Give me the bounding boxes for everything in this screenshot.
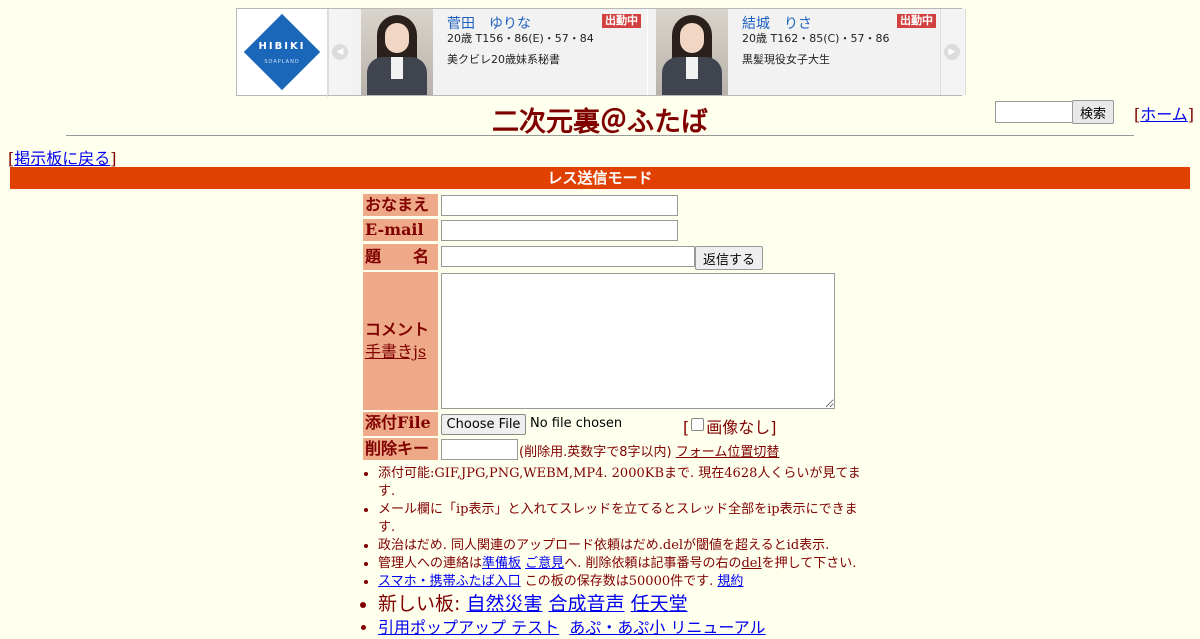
up-renewal-link[interactable]: あぷ・あぷ小 リニューアル [569, 618, 765, 637]
list-item: 添付可能:GIF,JPG,PNG,WEBM,MP4. 2000KBまで. 現在4… [378, 465, 862, 501]
card-description: 美クビレ20歳妹系秘書 [447, 53, 560, 66]
chevron-right-icon: ▶ [944, 44, 960, 60]
upload-info: 添付可能:GIF,JPG,PNG,WEBM,MP4. 2000KBまで. 現在4… [378, 466, 861, 499]
rules-info: 政治はだめ. 同人関連のアップロード依頼はだめ.delが閾値を超えるとid表示. [378, 538, 830, 553]
comment-label-cell: コメント 手書きjs [363, 272, 438, 410]
profile-photo [361, 9, 433, 95]
new-board-link[interactable]: 合成音声 [549, 593, 625, 615]
no-image-checkbox[interactable] [691, 418, 705, 431]
search-button[interactable]: 検索 [1072, 100, 1114, 124]
choose-file-button[interactable]: Choose File [441, 414, 526, 435]
email-label: E-mail [363, 219, 438, 241]
list-item: メール欄に「ip表示」と入れてスレッドを立てるとスレッド全部をip表示にできます… [378, 501, 862, 537]
subject-label: 題 名 [363, 244, 438, 270]
logo-diamond [243, 13, 321, 91]
feedback-link[interactable]: ご意見 [525, 556, 564, 571]
handwriting-link[interactable]: 手書きjs [365, 342, 426, 361]
submit-reply-button[interactable]: 返信する [695, 246, 763, 270]
status-badge: 出勤中 [602, 14, 641, 28]
home-link-wrapper: [ホーム] [1134, 105, 1195, 124]
ip-display-info: メール欄に「ip表示」と入れてスレッドを立てるとスレッド全部をip表示にできます… [378, 502, 858, 535]
no-image-option: [画像なし] [683, 418, 777, 437]
name-label: おなまえ [363, 194, 438, 216]
storage-info: この板の保存数は50000件です. [520, 574, 714, 589]
back-link-wrapper: [掲示板に戻る] [8, 149, 117, 168]
list-item: 引用ポップアップ テスト あぷ・あぷ小 リニューアル [378, 617, 862, 639]
terms-link[interactable]: 規約 [717, 574, 743, 589]
list-item: スマホ・携帯ふたば入口 この板の保存数は50000件です. 規約 [378, 573, 862, 591]
comment-textarea[interactable] [441, 273, 835, 409]
banner-card[interactable]: 結城 りさ 出勤中 20歳 T162・85(C)・57・86 黒髪現役女子大生 [648, 9, 942, 95]
new-board-link[interactable]: 任天堂 [631, 593, 688, 615]
notes-list: 添付可能:GIF,JPG,PNG,WEBM,MP4. 2000KBまで. 現在4… [362, 465, 862, 639]
comment-label: コメント [365, 320, 430, 339]
divider [66, 135, 1134, 136]
home-link[interactable]: ホーム [1140, 105, 1188, 124]
delete-key-note: (削除用.英数字で8字以内) [519, 445, 672, 460]
new-boards-label: 新しい板: [378, 593, 467, 615]
contact-text: 管理人への連絡は [378, 556, 483, 571]
list-item: 新しい板: 自然災害 合成音声 任天堂 [378, 591, 862, 617]
mobile-entrance-link[interactable]: スマホ・携帯ふたば入口 [378, 574, 521, 589]
search-input[interactable] [995, 101, 1077, 123]
delete-request-text-end: を押して下さい. [761, 556, 857, 571]
new-board-link[interactable]: 自然災害 [466, 593, 542, 615]
name-field[interactable] [441, 195, 678, 216]
banner-prev-button[interactable]: ◀ [328, 9, 354, 95]
email-field[interactable] [441, 220, 678, 241]
banner-next-button[interactable]: ▶ [940, 9, 966, 95]
hibiki-logo[interactable]: HIBIKI SOAPLAND [237, 9, 328, 97]
list-item: 政治はだめ. 同人関連のアップロード依頼はだめ.delが閾値を超えるとid表示. [378, 537, 862, 555]
subject-field[interactable] [441, 246, 695, 267]
card-stats: 20歳 T162・85(C)・57・86 [742, 32, 890, 45]
quote-popup-test-link[interactable]: 引用ポップアップ テスト [378, 618, 559, 637]
chevron-left-icon: ◀ [332, 44, 348, 60]
ad-banner[interactable]: HIBIKI SOAPLAND ◀ 菅田 ゆりな 出勤中 20歳 T156・86… [236, 8, 966, 97]
banner-card[interactable]: 菅田 ゆりな 出勤中 20歳 T156・86(E)・57・84 美クビレ20歳妹… [353, 9, 647, 95]
delete-key-note-wrapper: (削除用.英数字で8字以内) フォーム位置切替 [519, 441, 779, 460]
card-stats: 20歳 T156・86(E)・57・84 [447, 32, 594, 45]
logo-text: HIBIKI [258, 41, 306, 52]
prep-board-link[interactable]: 準備板 [482, 556, 521, 571]
status-badge: 出勤中 [897, 14, 936, 28]
form-position-toggle-link[interactable]: フォーム位置切替 [676, 445, 780, 460]
reply-mode-bar: レス送信モード [10, 167, 1190, 189]
back-to-board-link[interactable]: 掲示板に戻る [14, 149, 110, 168]
delete-key-label: 削除キー [363, 438, 438, 460]
card-description: 黒髪現役女子大生 [742, 53, 830, 66]
profile-photo [656, 9, 728, 95]
file-label: 添付File [363, 412, 438, 436]
list-item: 管理人への連絡は準備板 ご意見へ. 削除依頼は記事番号の右のdelを押して下さい… [378, 555, 862, 573]
logo-subtext: SOAPLAND [264, 59, 300, 65]
del-link[interactable]: del [741, 556, 761, 571]
delete-key-field[interactable] [441, 439, 518, 460]
no-image-label: 画像なし [706, 418, 771, 437]
file-status: No file chosen [530, 416, 623, 431]
delete-request-text: へ. 削除依頼は記事番号の右の [564, 556, 742, 571]
